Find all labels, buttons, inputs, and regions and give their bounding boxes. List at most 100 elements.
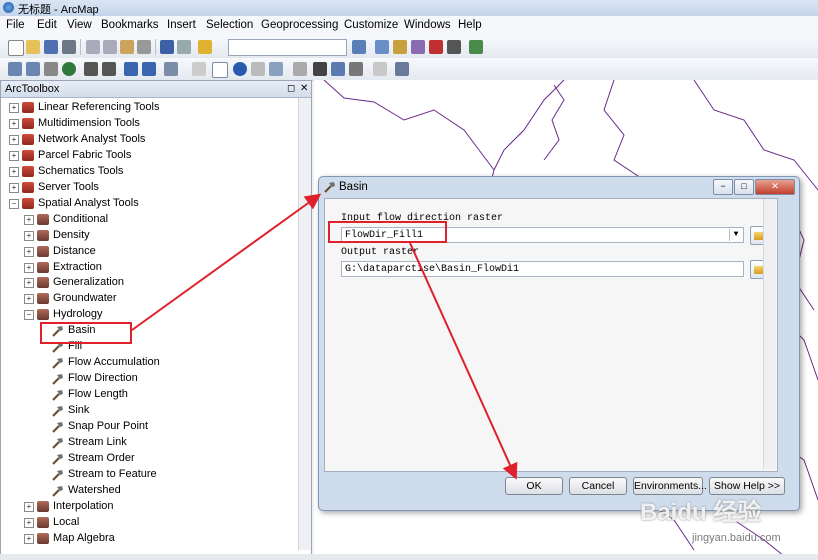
menu-insert[interactable]: Insert [167,19,196,31]
full-extent-icon[interactable] [62,62,76,76]
tree-item[interactable]: + Conditional [1,212,299,228]
goto-xy-icon[interactable] [349,62,363,76]
python-icon[interactable] [447,40,461,54]
tree-item[interactable]: Stream Link [1,435,299,451]
select-features-icon[interactable] [164,62,178,76]
expand-icon[interactable]: + [9,167,19,177]
maximize-button[interactable]: □ [734,179,754,195]
expand-icon[interactable]: + [9,135,19,145]
expand-icon[interactable]: + [9,183,19,193]
hyperlink-icon[interactable] [251,62,265,76]
tree-item[interactable]: + Linear Referencing Tools [1,100,299,116]
catalog-icon[interactable] [393,40,407,54]
tree-item[interactable]: − Spatial Analyst Tools [1,196,299,212]
fixed-zoom-in-icon[interactable] [84,62,98,76]
tree-item[interactable]: Sink [1,403,299,419]
select-elements-icon[interactable] [212,62,228,78]
forward-icon[interactable] [142,62,156,76]
scale-combobox[interactable] [228,39,347,56]
minimize-button[interactable]: − [713,179,733,195]
tree-item[interactable]: − Hydrology [1,307,299,323]
expand-icon[interactable]: + [9,119,19,129]
tree-item[interactable]: + Local [1,515,299,531]
cut-icon[interactable] [86,40,100,54]
editor-icon[interactable] [352,40,366,54]
tree-item[interactable]: Watershed [1,483,299,499]
tree-item[interactable]: + Interpolation [1,499,299,515]
tree-item[interactable]: Flow Length [1,387,299,403]
tree-item[interactable]: + Groundwater [1,291,299,307]
paste-icon[interactable] [120,40,134,54]
menu-selection[interactable]: Selection [206,19,253,31]
menu-help[interactable]: Help [458,19,482,31]
close-icon[interactable]: ✕ [300,83,308,94]
menu-bookmarks[interactable]: Bookmarks [101,19,159,31]
tree-item[interactable]: + Server Tools [1,180,299,196]
new-icon[interactable] [8,40,24,56]
vertical-scrollbar[interactable] [298,98,311,550]
arctoolbox-icon[interactable] [429,40,443,54]
menu-customize[interactable]: Customize [344,19,398,31]
pan-icon[interactable] [44,62,58,76]
table-of-contents-icon[interactable] [375,40,389,54]
expand-icon[interactable]: + [24,231,34,241]
menu-view[interactable]: View [67,19,92,31]
tree-item[interactable]: + Distance [1,244,299,260]
expand-icon[interactable]: + [24,215,34,225]
expand-icon[interactable]: + [24,263,34,273]
open-icon[interactable] [26,40,40,54]
tree-item[interactable]: Flow Accumulation [1,355,299,371]
tree-item[interactable]: + Extraction [1,260,299,276]
ok-button[interactable]: OK [505,477,563,495]
tree-item[interactable]: + Generalization [1,275,299,291]
dialog-scrollbar[interactable] [763,199,776,469]
print-icon[interactable] [62,40,76,54]
menu-geoprocessing[interactable]: Geoprocessing [261,19,338,31]
html-popup-icon[interactable] [269,62,283,76]
output-raster-field[interactable]: G:\dataparctise\Basin_FlowDi1 [341,261,744,277]
save-icon[interactable] [44,40,58,54]
tree-item[interactable]: + Schematics Tools [1,164,299,180]
viewer-icon[interactable] [395,62,409,76]
undo-icon[interactable] [160,40,174,54]
menu-file[interactable]: File [6,19,25,31]
expand-icon[interactable]: + [24,502,34,512]
time-slider-icon[interactable] [373,62,387,76]
tree-item[interactable]: + Multidimension Tools [1,116,299,132]
expand-icon[interactable]: + [24,294,34,304]
back-icon[interactable] [124,62,138,76]
measure-icon[interactable] [293,62,307,76]
clear-selection-icon[interactable] [192,62,206,76]
zoom-out-icon[interactable] [26,62,40,76]
expand-icon[interactable]: + [24,278,34,288]
zoom-in-icon[interactable] [8,62,22,76]
search-window-icon[interactable] [411,40,425,54]
tree-item[interactable]: Stream to Feature [1,467,299,483]
collapse-icon[interactable]: − [9,199,19,209]
tree-item[interactable]: Flow Direction [1,371,299,387]
delete-icon[interactable] [137,40,151,54]
copy-icon[interactable] [103,40,117,54]
tree-item[interactable]: + Map Algebra [1,531,299,547]
tree-item[interactable]: Snap Pour Point [1,419,299,435]
expand-icon[interactable]: + [24,518,34,528]
expand-icon[interactable]: + [9,103,19,113]
add-data-icon[interactable] [198,40,212,54]
find-route-icon[interactable] [331,62,345,76]
expand-icon[interactable]: + [24,534,34,544]
cancel-button[interactable]: Cancel [569,477,627,495]
menu-edit[interactable]: Edit [37,19,57,31]
chevron-down-icon[interactable]: ▼ [729,229,742,241]
modelbuilder-icon[interactable] [469,40,483,54]
pin-icon[interactable]: ◻ [287,83,295,94]
expand-icon[interactable]: + [24,247,34,257]
redo-icon[interactable] [177,40,191,54]
collapse-icon[interactable]: − [24,310,34,320]
menu-windows[interactable]: Windows [404,19,451,31]
fixed-zoom-out-icon[interactable] [102,62,116,76]
tree-item[interactable]: + Parcel Fabric Tools [1,148,299,164]
expand-icon[interactable]: + [9,151,19,161]
close-button[interactable]: ✕ [755,179,795,195]
tree-item[interactable]: + Network Analyst Tools [1,132,299,148]
tree-item[interactable]: + Density [1,228,299,244]
